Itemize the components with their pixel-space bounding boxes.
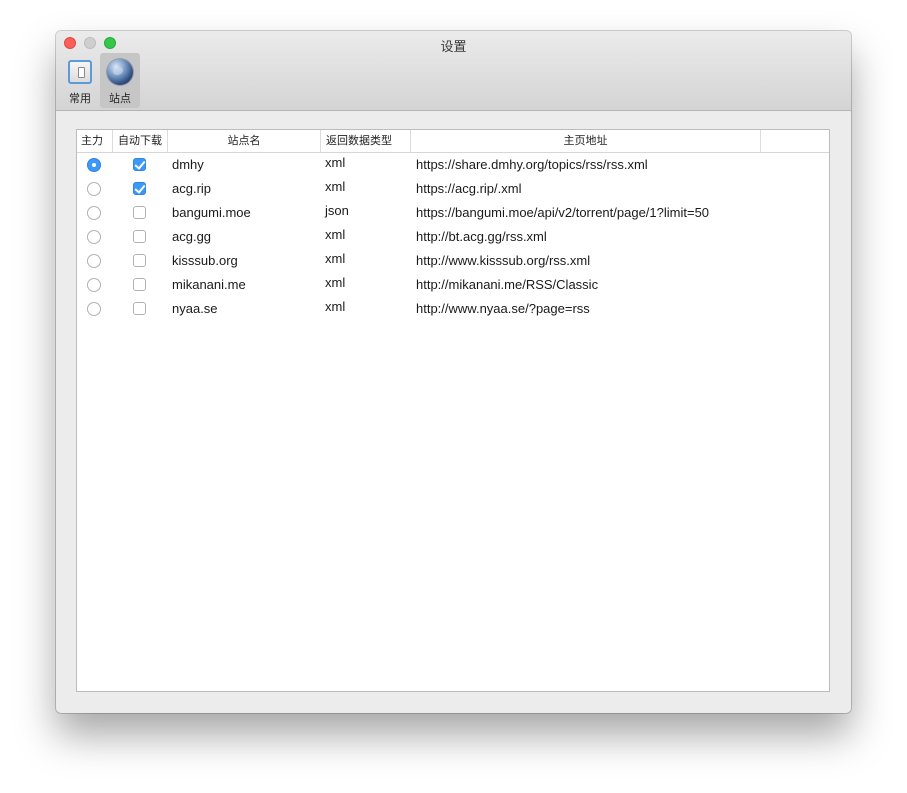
auto-download-checkbox[interactable] bbox=[133, 206, 146, 219]
homepage-url-cell[interactable]: http://www.nyaa.se/?page=rss bbox=[416, 297, 590, 321]
site-name-cell[interactable]: acg.rip bbox=[172, 177, 211, 201]
auto-download-checkbox[interactable] bbox=[133, 278, 146, 291]
column-header-primary[interactable]: 主力 bbox=[77, 130, 113, 152]
auto-download-checkbox[interactable] bbox=[133, 182, 146, 195]
settings-window: 设置 常用 站点 主力 自动下载 站点名 返回数据类型 主页地址 dmhy xml… bbox=[56, 31, 851, 713]
auto-download-checkbox[interactable] bbox=[133, 302, 146, 315]
primary-radio[interactable] bbox=[87, 158, 101, 172]
data-type-cell[interactable]: xml bbox=[325, 247, 345, 271]
column-header-site-name[interactable]: 站点名 bbox=[168, 130, 321, 152]
primary-radio[interactable] bbox=[87, 230, 101, 244]
column-header-homepage-url[interactable]: 主页地址 bbox=[411, 130, 761, 152]
table-row[interactable]: kisssub.org xml http://www.kisssub.org/rss… bbox=[77, 249, 829, 273]
table-row[interactable]: mikanani.me xml http://mikanani.me/RSS/Cla… bbox=[77, 273, 829, 297]
data-type-cell[interactable]: xml bbox=[325, 175, 345, 199]
general-settings-icon bbox=[65, 57, 95, 87]
sites-table[interactable]: 主力 自动下载 站点名 返回数据类型 主页地址 dmhy xml https://s… bbox=[76, 129, 830, 692]
homepage-url-cell[interactable]: https://share.dmhy.org/topics/rss/rss.xm… bbox=[416, 153, 648, 177]
data-type-cell[interactable]: xml bbox=[325, 223, 345, 247]
titlebar: 设置 常用 站点 bbox=[56, 31, 851, 111]
site-name-cell[interactable]: bangumi.moe bbox=[172, 201, 251, 225]
table-header: 主力 自动下载 站点名 返回数据类型 主页地址 bbox=[77, 130, 829, 153]
table-row[interactable]: bangumi.moe json https://bangumi.moe/api/v… bbox=[77, 201, 829, 225]
toolbar-item-label: 常用 bbox=[69, 93, 91, 105]
column-header-data-type[interactable]: 返回数据类型 bbox=[321, 130, 411, 152]
homepage-url-cell[interactable]: https://acg.rip/.xml bbox=[416, 177, 521, 201]
site-name-cell[interactable]: mikanani.me bbox=[172, 273, 246, 297]
site-name-cell[interactable]: dmhy bbox=[172, 153, 204, 177]
table-row[interactable]: acg.rip xml https://acg.rip/.xml bbox=[77, 177, 829, 201]
toolbar-item-label: 站点 bbox=[109, 93, 131, 105]
table-row[interactable]: nyaa.se xml http://www.nyaa.se/?page=rss bbox=[77, 297, 829, 321]
auto-download-checkbox[interactable] bbox=[133, 254, 146, 267]
data-type-cell[interactable]: xml bbox=[325, 151, 345, 175]
toolbar-item-general[interactable]: 常用 bbox=[60, 53, 100, 108]
primary-radio[interactable] bbox=[87, 302, 101, 316]
homepage-url-cell[interactable]: https://bangumi.moe/api/v2/torrent/page/… bbox=[416, 201, 709, 225]
table-row[interactable]: acg.gg xml http://bt.acg.gg/rss.xml bbox=[77, 225, 829, 249]
site-name-cell[interactable]: acg.gg bbox=[172, 225, 211, 249]
site-name-cell[interactable]: nyaa.se bbox=[172, 297, 218, 321]
homepage-url-cell[interactable]: http://www.kisssub.org/rss.xml bbox=[416, 249, 590, 273]
primary-radio[interactable] bbox=[87, 278, 101, 292]
homepage-url-cell[interactable]: http://mikanani.me/RSS/Classic bbox=[416, 273, 598, 297]
auto-download-checkbox[interactable] bbox=[133, 158, 146, 171]
primary-radio[interactable] bbox=[87, 206, 101, 220]
data-type-cell[interactable]: xml bbox=[325, 295, 345, 319]
column-header-empty bbox=[761, 130, 829, 152]
toolbar-item-sites[interactable]: 站点 bbox=[100, 53, 140, 108]
site-name-cell[interactable]: kisssub.org bbox=[172, 249, 238, 273]
window-title: 设置 bbox=[440, 39, 467, 54]
auto-download-checkbox[interactable] bbox=[133, 230, 146, 243]
globe-icon bbox=[105, 57, 135, 87]
column-header-auto-download[interactable]: 自动下载 bbox=[113, 130, 168, 152]
data-type-cell[interactable]: json bbox=[325, 199, 349, 223]
table-row[interactable]: dmhy xml https://share.dmhy.org/topics/rss… bbox=[77, 153, 829, 177]
primary-radio[interactable] bbox=[87, 254, 101, 268]
primary-radio[interactable] bbox=[87, 182, 101, 196]
data-type-cell[interactable]: xml bbox=[325, 271, 345, 295]
homepage-url-cell[interactable]: http://bt.acg.gg/rss.xml bbox=[416, 225, 547, 249]
